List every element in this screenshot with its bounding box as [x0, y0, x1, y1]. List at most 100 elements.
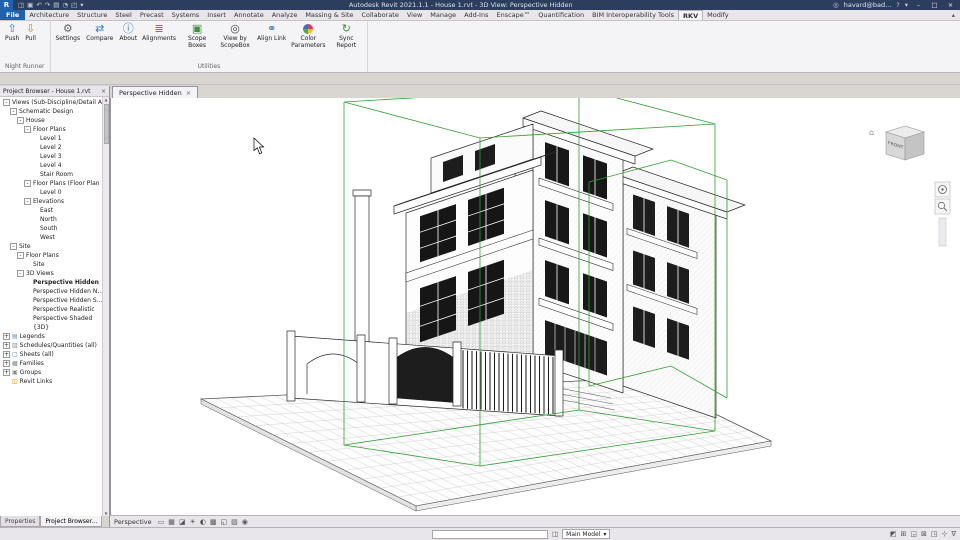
ribbon-button-alignments[interactable]: ≣ Alignments: [141, 22, 177, 44]
scroll-up-icon[interactable]: ▲: [104, 97, 107, 102]
expand-icon[interactable]: +: [3, 351, 10, 358]
sun-path-icon[interactable]: ☀: [190, 516, 196, 528]
collapse-icon[interactable]: -: [17, 252, 24, 259]
close-button[interactable]: ×: [945, 1, 956, 9]
tree-item-schematic-design[interactable]: - Schematic Design: [0, 107, 109, 116]
expand-icon[interactable]: +: [3, 360, 10, 367]
tree-item-perspective-hidden-s[interactable]: Perspective Hidden S...: [0, 296, 109, 305]
shadows-icon[interactable]: ◐: [200, 516, 206, 528]
house-model[interactable]: [286, 110, 746, 419]
revit-app-button[interactable]: R: [0, 0, 13, 10]
worksharing-display-icon[interactable]: ◩: [890, 530, 897, 538]
tree-item-schedules-quantities-all[interactable]: + ▥ Schedules/Quantities (all): [0, 341, 109, 350]
collapse-icon[interactable]: -: [17, 117, 24, 124]
help-icon[interactable]: ?: [896, 1, 899, 9]
ribbon-button-pull[interactable]: ⇩ Pull: [23, 22, 38, 44]
ribbon-tab-massing-site[interactable]: Massing & Site: [301, 10, 357, 20]
visual-style-icon[interactable]: ◪: [179, 516, 186, 528]
drawing-canvas[interactable]: ⌂ FRONT: [110, 98, 960, 515]
drag-on-selection-icon[interactable]: ⊹: [941, 530, 947, 538]
tree-item-stair-room[interactable]: Stair Room: [0, 170, 109, 179]
ribbon-tab-add-ins[interactable]: Add-Ins: [460, 10, 492, 20]
ribbon-tab-view[interactable]: View: [403, 10, 426, 20]
crop-view-icon[interactable]: ▩: [210, 516, 217, 528]
tree-item-perspective-realistic[interactable]: Perspective Realistic: [0, 305, 109, 314]
ribbon-tab-quantification[interactable]: Quantification: [534, 10, 588, 20]
redo-icon[interactable]: ↷: [45, 0, 50, 10]
tree-item-level-4[interactable]: Level 4: [0, 161, 109, 170]
expand-icon[interactable]: +: [3, 342, 10, 349]
default-3d-view-icon[interactable]: ◰: [71, 0, 77, 10]
minimize-button[interactable]: –: [913, 1, 924, 9]
collapse-icon[interactable]: -: [10, 108, 17, 115]
view-tab-close-icon[interactable]: ×: [186, 89, 191, 97]
ribbon-tab-collaborate[interactable]: Collaborate: [357, 10, 402, 20]
expand-icon[interactable]: +: [3, 333, 10, 340]
ribbon-button-align-link[interactable]: ⚭ Align Link: [255, 22, 288, 44]
tree-item-site[interactable]: - Site: [0, 242, 109, 251]
ribbon-button-push[interactable]: ⇧ Push: [3, 22, 21, 44]
panel-tab-project-browser[interactable]: Project Browser...: [40, 516, 103, 527]
view-tab-perspective-hidden[interactable]: Perspective Hidden ×: [112, 86, 199, 98]
view-scale-label[interactable]: Perspective: [114, 518, 154, 526]
ribbon-tab-enscape[interactable]: Enscape™: [492, 10, 534, 20]
ribbon-tab-modify[interactable]: Modify: [703, 10, 733, 20]
tree-item-level-1[interactable]: Level 1: [0, 134, 109, 143]
collapse-icon[interactable]: -: [24, 126, 31, 133]
select-links-icon[interactable]: ⊞: [900, 530, 906, 538]
temporary-hide-isolate-icon[interactable]: ▨: [231, 516, 238, 528]
show-crop-region-icon[interactable]: ◱: [221, 516, 228, 528]
tree-item-west[interactable]: West: [0, 233, 109, 242]
3d-view-svg[interactable]: ⌂ FRONT: [111, 98, 960, 515]
ribbon-button-settings[interactable]: ⚙ Settings: [54, 22, 83, 44]
measure-icon[interactable]: ◔: [62, 0, 68, 10]
tree-item-3d[interactable]: {3D}: [0, 323, 109, 332]
select-underlay-icon[interactable]: ◲: [910, 530, 917, 538]
ribbon-button-sync-report[interactable]: ↻ Sync Report: [328, 22, 364, 50]
ribbon-tab-insert[interactable]: Insert: [203, 10, 230, 20]
collapse-icon[interactable]: -: [3, 99, 10, 106]
ribbon-tab-rkv[interactable]: RKV: [678, 10, 704, 20]
tree-item-site[interactable]: Site: [0, 260, 109, 269]
ribbon-tab-architecture[interactable]: Architecture: [25, 10, 73, 20]
ribbon-tab-systems[interactable]: Systems: [168, 10, 204, 20]
user-account[interactable]: havard@bad...: [844, 1, 892, 9]
collapse-icon[interactable]: -: [17, 270, 24, 277]
nav-scrollbar[interactable]: [938, 217, 947, 247]
tree-item-perspective-shaded[interactable]: Perspective Shaded: [0, 314, 109, 323]
reveal-hidden-elements-icon[interactable]: ◉: [242, 516, 248, 528]
tree-item-families[interactable]: + ▦ Families: [0, 359, 109, 368]
tree-item-floor-plans-floor-plan-d[interactable]: - Floor Plans (Floor Plan D: [0, 179, 109, 188]
ribbon-button-about[interactable]: ⓘ About: [117, 22, 139, 44]
ribbon-button-scope-boxes[interactable]: ▣ Scope Boxes: [179, 22, 215, 50]
select-by-face-icon[interactable]: ◳: [931, 530, 938, 538]
view-cube[interactable]: ⌂ FRONT: [869, 125, 925, 161]
save-icon[interactable]: ▣: [27, 0, 33, 10]
ribbon-tab-structure[interactable]: Structure: [73, 10, 111, 20]
tree-item-floor-plans[interactable]: - Floor Plans: [0, 251, 109, 260]
tree-item-east[interactable]: East: [0, 206, 109, 215]
ribbon-tab-analyze[interactable]: Analyze: [268, 10, 302, 20]
tree-item-house[interactable]: - House: [0, 116, 109, 125]
ribbon-tab-steel[interactable]: Steel: [111, 10, 135, 20]
view-size-icon[interactable]: ▭: [158, 516, 165, 528]
ribbon-collapse-icon[interactable]: ▴: [947, 10, 960, 20]
tree-item-groups[interactable]: + ▣ Groups: [0, 368, 109, 377]
panel-close-icon[interactable]: ×: [101, 88, 106, 95]
tree-item-perspective-hidden[interactable]: Perspective Hidden: [0, 278, 109, 287]
tree-item-floor-plans[interactable]: - Floor Plans: [0, 125, 109, 134]
tree-item-elevations[interactable]: - Elevations: [0, 197, 109, 206]
tree-item-legends[interactable]: + ▤ Legends: [0, 332, 109, 341]
undo-icon[interactable]: ↶: [36, 0, 41, 10]
search-icon[interactable]: ◎: [833, 1, 839, 9]
tree-item-sheets-all[interactable]: + ▢ Sheets (all): [0, 350, 109, 359]
ribbon-button-view-by-scopebox[interactable]: ◎ View by ScopeBox: [217, 22, 253, 50]
expand-icon[interactable]: +: [3, 369, 10, 376]
active-design-option-select[interactable]: Main Model ▾: [562, 529, 611, 539]
qat-customize-icon[interactable]: ▾: [80, 0, 83, 10]
ribbon-tab-precast[interactable]: Precast: [136, 10, 168, 20]
zoom-button[interactable]: [934, 198, 951, 215]
tree-item-level-2[interactable]: Level 2: [0, 143, 109, 152]
ribbon-tab-manage[interactable]: Manage: [426, 10, 460, 20]
panel-tab-properties[interactable]: Properties: [0, 516, 41, 527]
